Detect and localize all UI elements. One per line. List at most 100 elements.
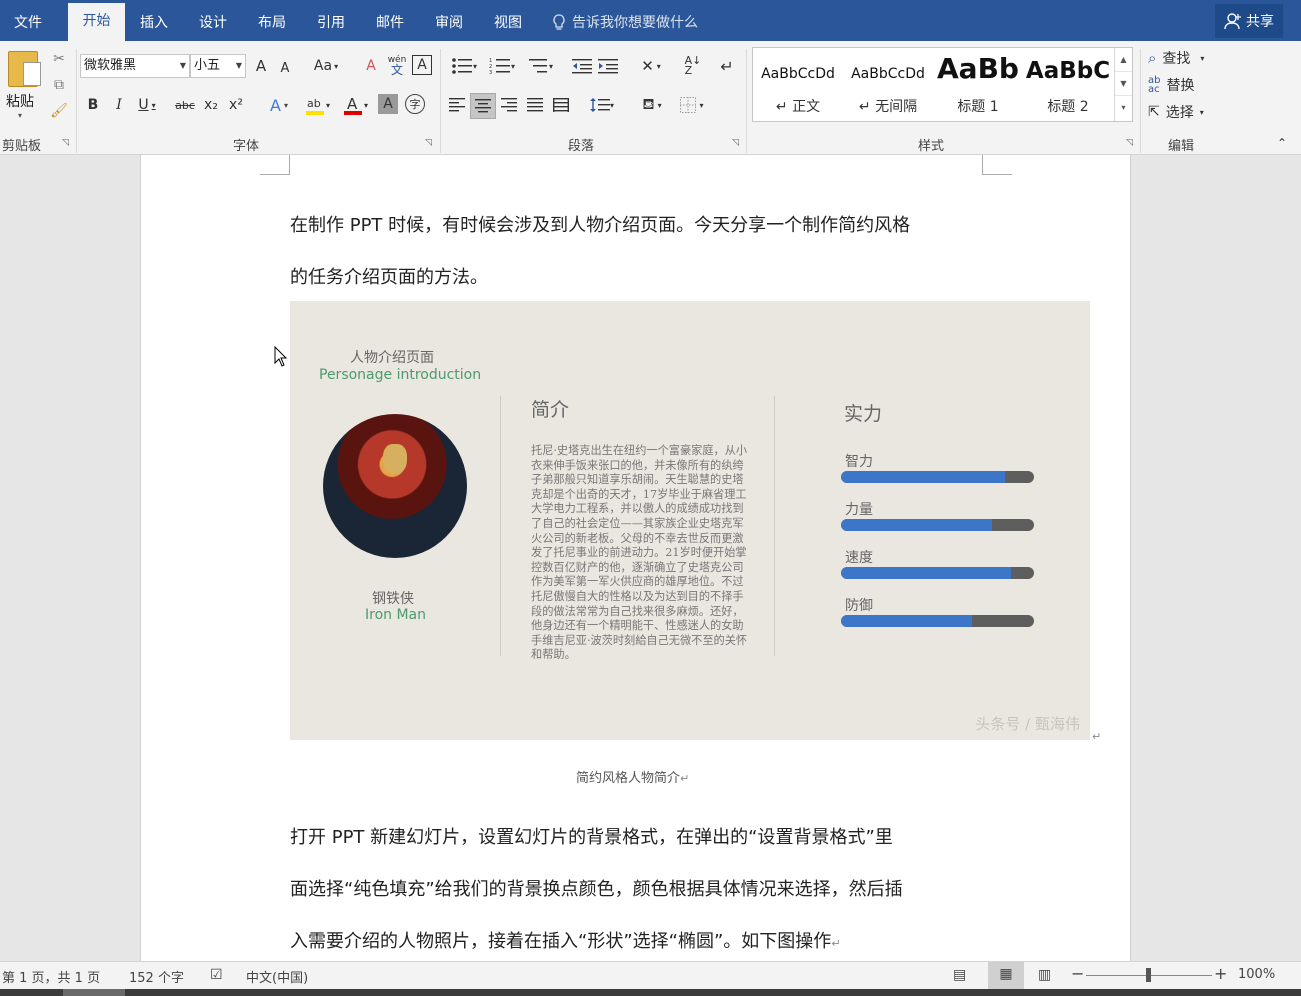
paragraph-line[interactable]: 在制作 PPT 时候，有时候会涉及到人物介绍页面。今天分享一个制作简约风格 bbox=[290, 211, 910, 237]
character-shading-button[interactable]: A bbox=[378, 94, 398, 114]
stat-label: 智力 bbox=[845, 454, 873, 470]
clipboard-launcher-icon[interactable]: ◹ bbox=[62, 138, 69, 148]
font-color-button[interactable]: A ▾ bbox=[338, 93, 372, 117]
stat-label: 防御 bbox=[845, 598, 873, 614]
sort-button[interactable]: A↓ Z bbox=[682, 55, 704, 77]
subscript-button[interactable]: x₂ bbox=[201, 94, 221, 116]
copy-icon[interactable]: ⧉ bbox=[48, 75, 70, 95]
bold-button[interactable]: B bbox=[84, 94, 102, 116]
bullets-button[interactable]: ▾ bbox=[446, 55, 482, 77]
font-launcher-icon[interactable]: ◹ bbox=[425, 138, 432, 148]
tab-insert[interactable]: 插入 bbox=[140, 12, 168, 32]
change-case-button[interactable]: Aa ▾ bbox=[309, 55, 343, 77]
font-size-combo[interactable]: 小五 ▼ bbox=[190, 54, 246, 78]
highlight-color-button[interactable]: ab ▾ bbox=[300, 93, 334, 117]
character-border-button[interactable]: A bbox=[412, 55, 432, 75]
align-center-button[interactable] bbox=[470, 93, 496, 119]
zoom-out-icon[interactable]: − bbox=[1071, 964, 1084, 983]
slide-image[interactable]: 人物介绍页面 Personage introduction 钢铁侠 Iron M… bbox=[290, 301, 1090, 740]
tab-references[interactable]: 引用 bbox=[317, 12, 345, 32]
font-name-value: 微软雅黑 bbox=[84, 58, 137, 73]
numbered-list-icon: 123 bbox=[489, 58, 510, 75]
chinese-layout-button[interactable]: ✕ ▾ bbox=[632, 55, 670, 77]
replace-button[interactable]: ab ac 替换 bbox=[1148, 74, 1194, 96]
gallery-scroll[interactable]: ▲ ▼ ▾ bbox=[1114, 48, 1132, 121]
document-page[interactable]: 在制作 PPT 时候，有时候会涉及到人物介绍页面。今天分享一个制作简约风格 的任… bbox=[140, 155, 1131, 961]
paragraph-launcher-icon[interactable]: ◹ bbox=[732, 138, 739, 148]
read-mode-icon[interactable]: ▤ bbox=[953, 967, 966, 983]
paste-button[interactable]: 粘贴 ▾ bbox=[4, 49, 42, 127]
select-button[interactable]: ⇱ 选择 ▾ bbox=[1148, 101, 1204, 123]
character-name: 钢铁侠 bbox=[372, 591, 414, 607]
phonetic-guide-button[interactable]: wén 文 bbox=[386, 53, 408, 77]
scroll-down-icon[interactable]: ▼ bbox=[1115, 72, 1132, 96]
tab-mailings[interactable]: 邮件 bbox=[376, 12, 404, 32]
page-count[interactable]: 第 1 页，共 1 页 bbox=[2, 967, 100, 986]
multilevel-list-button[interactable]: ▾ bbox=[522, 55, 558, 77]
paragraph-line[interactable]: 打开 PPT 新建幻灯片，设置幻灯片的背景格式，在弹出的“设置背景格式”里 bbox=[290, 823, 893, 849]
tab-review[interactable]: 审阅 bbox=[435, 12, 463, 32]
borders-button[interactable]: ▾ bbox=[674, 93, 710, 117]
zoom-in-icon[interactable]: + bbox=[1214, 964, 1227, 983]
tab-design[interactable]: 设计 bbox=[199, 12, 227, 32]
stat-bar-fill bbox=[841, 519, 992, 531]
paragraph-text: 入需要介绍的人物照片，接着在插入“形状”选择“椭圆”。如下图操作 bbox=[290, 931, 832, 952]
group-divider bbox=[76, 49, 77, 153]
show-marks-button[interactable]: ↵ bbox=[716, 55, 738, 77]
shrink-font-button[interactable]: A bbox=[276, 57, 294, 79]
paragraph-line[interactable]: 的任务介绍页面的方法。 bbox=[290, 263, 488, 289]
phonetic-char-icon: 文 bbox=[390, 63, 403, 77]
paragraph-line[interactable]: 入需要介绍的人物照片，接着在插入“形状”选择“椭圆”。如下图操作↵ bbox=[290, 927, 841, 953]
styles-launcher-icon[interactable]: ◹ bbox=[1126, 138, 1133, 148]
stat-bar-fill bbox=[841, 615, 973, 627]
gallery-more-icon[interactable]: ▾ bbox=[1115, 96, 1132, 120]
tab-layout[interactable]: 布局 bbox=[258, 12, 286, 32]
tab-view[interactable]: 视图 bbox=[494, 12, 522, 32]
chevron-down-icon: ▾ bbox=[510, 61, 515, 71]
style-no-spacing[interactable]: AaBbCcDd ↵ 无间隔 bbox=[843, 48, 933, 121]
collapse-ribbon-icon[interactable]: ⌃ bbox=[1272, 133, 1292, 153]
share-button[interactable]: 共享 bbox=[1215, 4, 1283, 38]
scroll-up-icon[interactable]: ▲ bbox=[1115, 48, 1132, 72]
paragraph-line[interactable]: 面选择“纯色填充”给我们的背景换点颜色，颜色根据具体情况来选择，然后插 bbox=[290, 875, 903, 901]
text-effects-button[interactable]: A ▾ bbox=[264, 94, 294, 116]
shading-button[interactable]: ⛾ ▾ bbox=[634, 93, 670, 117]
proofing-icon[interactable]: ☑ bbox=[210, 967, 223, 983]
enclose-characters-button[interactable]: 字 bbox=[405, 94, 425, 114]
style-heading-1[interactable]: AaBb 标题 1 bbox=[933, 48, 1023, 121]
align-left-button[interactable] bbox=[446, 94, 468, 116]
style-heading-2[interactable]: AaBbC 标题 2 bbox=[1023, 48, 1113, 121]
format-painter-icon[interactable]: 🖌 bbox=[48, 101, 70, 121]
distributed-button[interactable] bbox=[550, 94, 572, 116]
cut-icon[interactable]: ✂ bbox=[48, 49, 70, 69]
tell-me-box[interactable]: 告诉我你想要做什么 bbox=[552, 12, 698, 32]
tab-file[interactable]: 文件 bbox=[14, 12, 42, 32]
style-normal[interactable]: AaBbCcDd ↵ 正文 bbox=[753, 48, 843, 121]
image-caption[interactable]: 简约风格人物简介↵ bbox=[576, 767, 689, 786]
underline-button[interactable]: U ▾ bbox=[136, 94, 158, 116]
group-divider bbox=[746, 49, 747, 153]
grow-font-button[interactable]: A bbox=[252, 55, 270, 77]
increase-indent-button[interactable] bbox=[596, 55, 620, 77]
italic-button[interactable]: I bbox=[110, 94, 128, 116]
print-layout-icon[interactable]: ▦ bbox=[988, 962, 1024, 989]
caption-text: 简约风格人物简介 bbox=[576, 771, 681, 786]
line-spacing-button[interactable]: ▾ bbox=[584, 94, 620, 116]
find-button[interactable]: ⌕ 查找 ▾ bbox=[1148, 47, 1204, 69]
zoom-slider-thumb[interactable] bbox=[1146, 968, 1151, 982]
align-right-button[interactable] bbox=[498, 94, 520, 116]
clear-formatting-button[interactable]: A bbox=[360, 55, 382, 77]
numbering-button[interactable]: 1 2 3 ▾ bbox=[484, 55, 520, 77]
justify-button[interactable] bbox=[524, 94, 546, 116]
superscript-button[interactable]: x² bbox=[226, 94, 246, 116]
strikethrough-button[interactable]: abc bbox=[172, 94, 198, 116]
shading-a-icon: A bbox=[383, 96, 393, 112]
search-icon: ⌕ bbox=[1148, 49, 1157, 67]
font-name-combo[interactable]: 微软雅黑 ▼ bbox=[80, 54, 190, 78]
web-layout-icon[interactable]: ▥ bbox=[1038, 967, 1051, 983]
tab-home[interactable]: 开始 bbox=[68, 3, 125, 41]
decrease-indent-button[interactable] bbox=[570, 55, 594, 77]
zoom-level[interactable]: 100% bbox=[1238, 967, 1275, 982]
word-count[interactable]: 152 个字 bbox=[129, 967, 184, 986]
language-indicator[interactable]: 中文(中国) bbox=[246, 967, 308, 986]
